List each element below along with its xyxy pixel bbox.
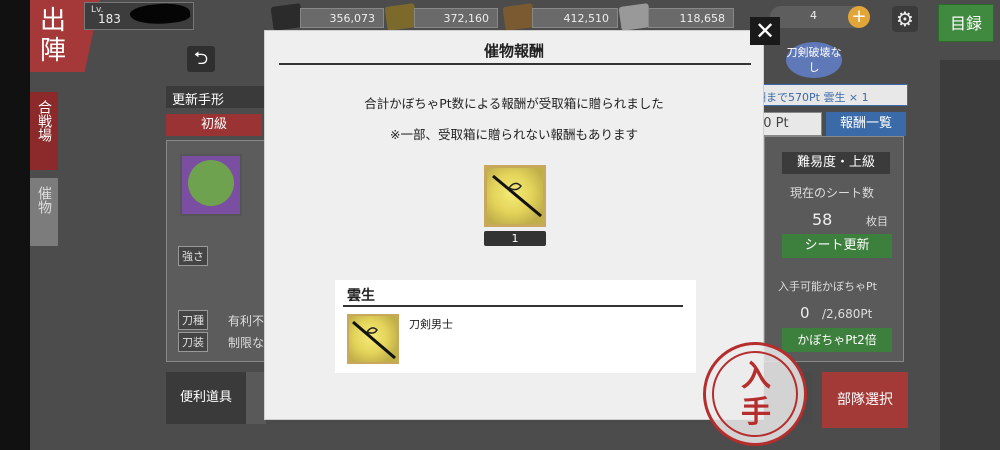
right-edge [940, 60, 1000, 450]
tool-label[interactable]: 便利道具 [166, 372, 246, 424]
resource-steel: 372,160 [414, 8, 498, 28]
katana-type-tag: 刀種 [178, 310, 208, 330]
obtainable-pt-label: 入手可能かぼちゃPt [778, 280, 877, 293]
close-button[interactable]: ✕ [750, 17, 780, 45]
squad-select-button[interactable]: 部隊選択 [822, 372, 908, 428]
next-reward-info: 酬まで570Pt 雲生 × 1 [748, 84, 908, 106]
katana-type-value: 有利不 [228, 314, 265, 328]
dialog-title: 催物報酬 [483, 42, 544, 60]
plus-icon[interactable]: + [848, 6, 870, 28]
gear-icon[interactable]: ⚙ [892, 6, 918, 32]
steel-icon [384, 3, 418, 31]
stamp-text: 入手 [741, 359, 771, 430]
dialog-note: ※一部、受取箱に贈られない報酬もあります [390, 127, 638, 142]
sword-icon [487, 168, 543, 224]
resource-whetstone: 118,658 [648, 8, 734, 28]
sheet-unit: 枚目 [866, 215, 888, 228]
pumpkin-icon [188, 160, 234, 206]
pt-current: 0 [800, 304, 810, 322]
katana-break-badge: 刀剣破壊なし [786, 42, 842, 78]
equipment-tag: 刀装 [178, 332, 208, 352]
whetstone-icon [618, 3, 652, 31]
obtained-stamp: 入手 [703, 342, 807, 446]
level-value: 183 [98, 12, 121, 26]
dialog-message: 合計かぼちゃPt数による報酬が受取箱に贈られました [364, 96, 664, 111]
item-quantity: 1 [484, 231, 546, 246]
sheet-count-label: 現在のシート数 [790, 186, 875, 200]
reward-dialog: 催物報酬 合計かぼちゃPt数による報酬が受取箱に贈られました ※一部、受取箱に贈… [264, 30, 764, 420]
difficulty-label: 難易度・上級 [782, 152, 890, 174]
reward-list-heading: 雲生 [347, 288, 375, 304]
reward-list-button[interactable]: 報酬一覧 [826, 112, 906, 136]
left-edge [0, 0, 30, 450]
list-item-label: 刀剣男士 [409, 318, 453, 331]
strength-tag: 強さ [178, 246, 208, 266]
sheet-count: 58 [812, 210, 833, 229]
mokuroku-button[interactable]: 目録 [938, 4, 994, 42]
resource-charcoal: 356,073 [300, 8, 384, 28]
back-button[interactable]: ⮌ [187, 46, 215, 72]
tool-slot[interactable] [246, 372, 266, 424]
sheet-update-button[interactable]: シート更新 [782, 234, 892, 258]
coolant-icon [502, 3, 536, 31]
reward-item[interactable] [484, 165, 546, 227]
title-divider [279, 63, 751, 65]
update-pass-label: 更新手形 [166, 86, 266, 108]
pt-max: /2,680Pt [822, 307, 873, 321]
pt-double-button[interactable]: かぼちゃPt2倍 [782, 328, 892, 352]
sidebar-battle[interactable]: 合戦場 [30, 92, 58, 170]
charcoal-icon [270, 3, 304, 31]
list-divider [343, 305, 683, 307]
equipment-value: 制限な [228, 336, 265, 350]
reward-list: 雲生 刀剣男士 [335, 280, 696, 373]
list-item[interactable] [347, 314, 399, 364]
sword-icon [349, 316, 397, 362]
resource-coolant: 412,510 [532, 8, 618, 28]
sidebar-offering[interactable]: 催物 [30, 178, 58, 246]
difficulty-tab[interactable]: 初級 [166, 114, 262, 136]
